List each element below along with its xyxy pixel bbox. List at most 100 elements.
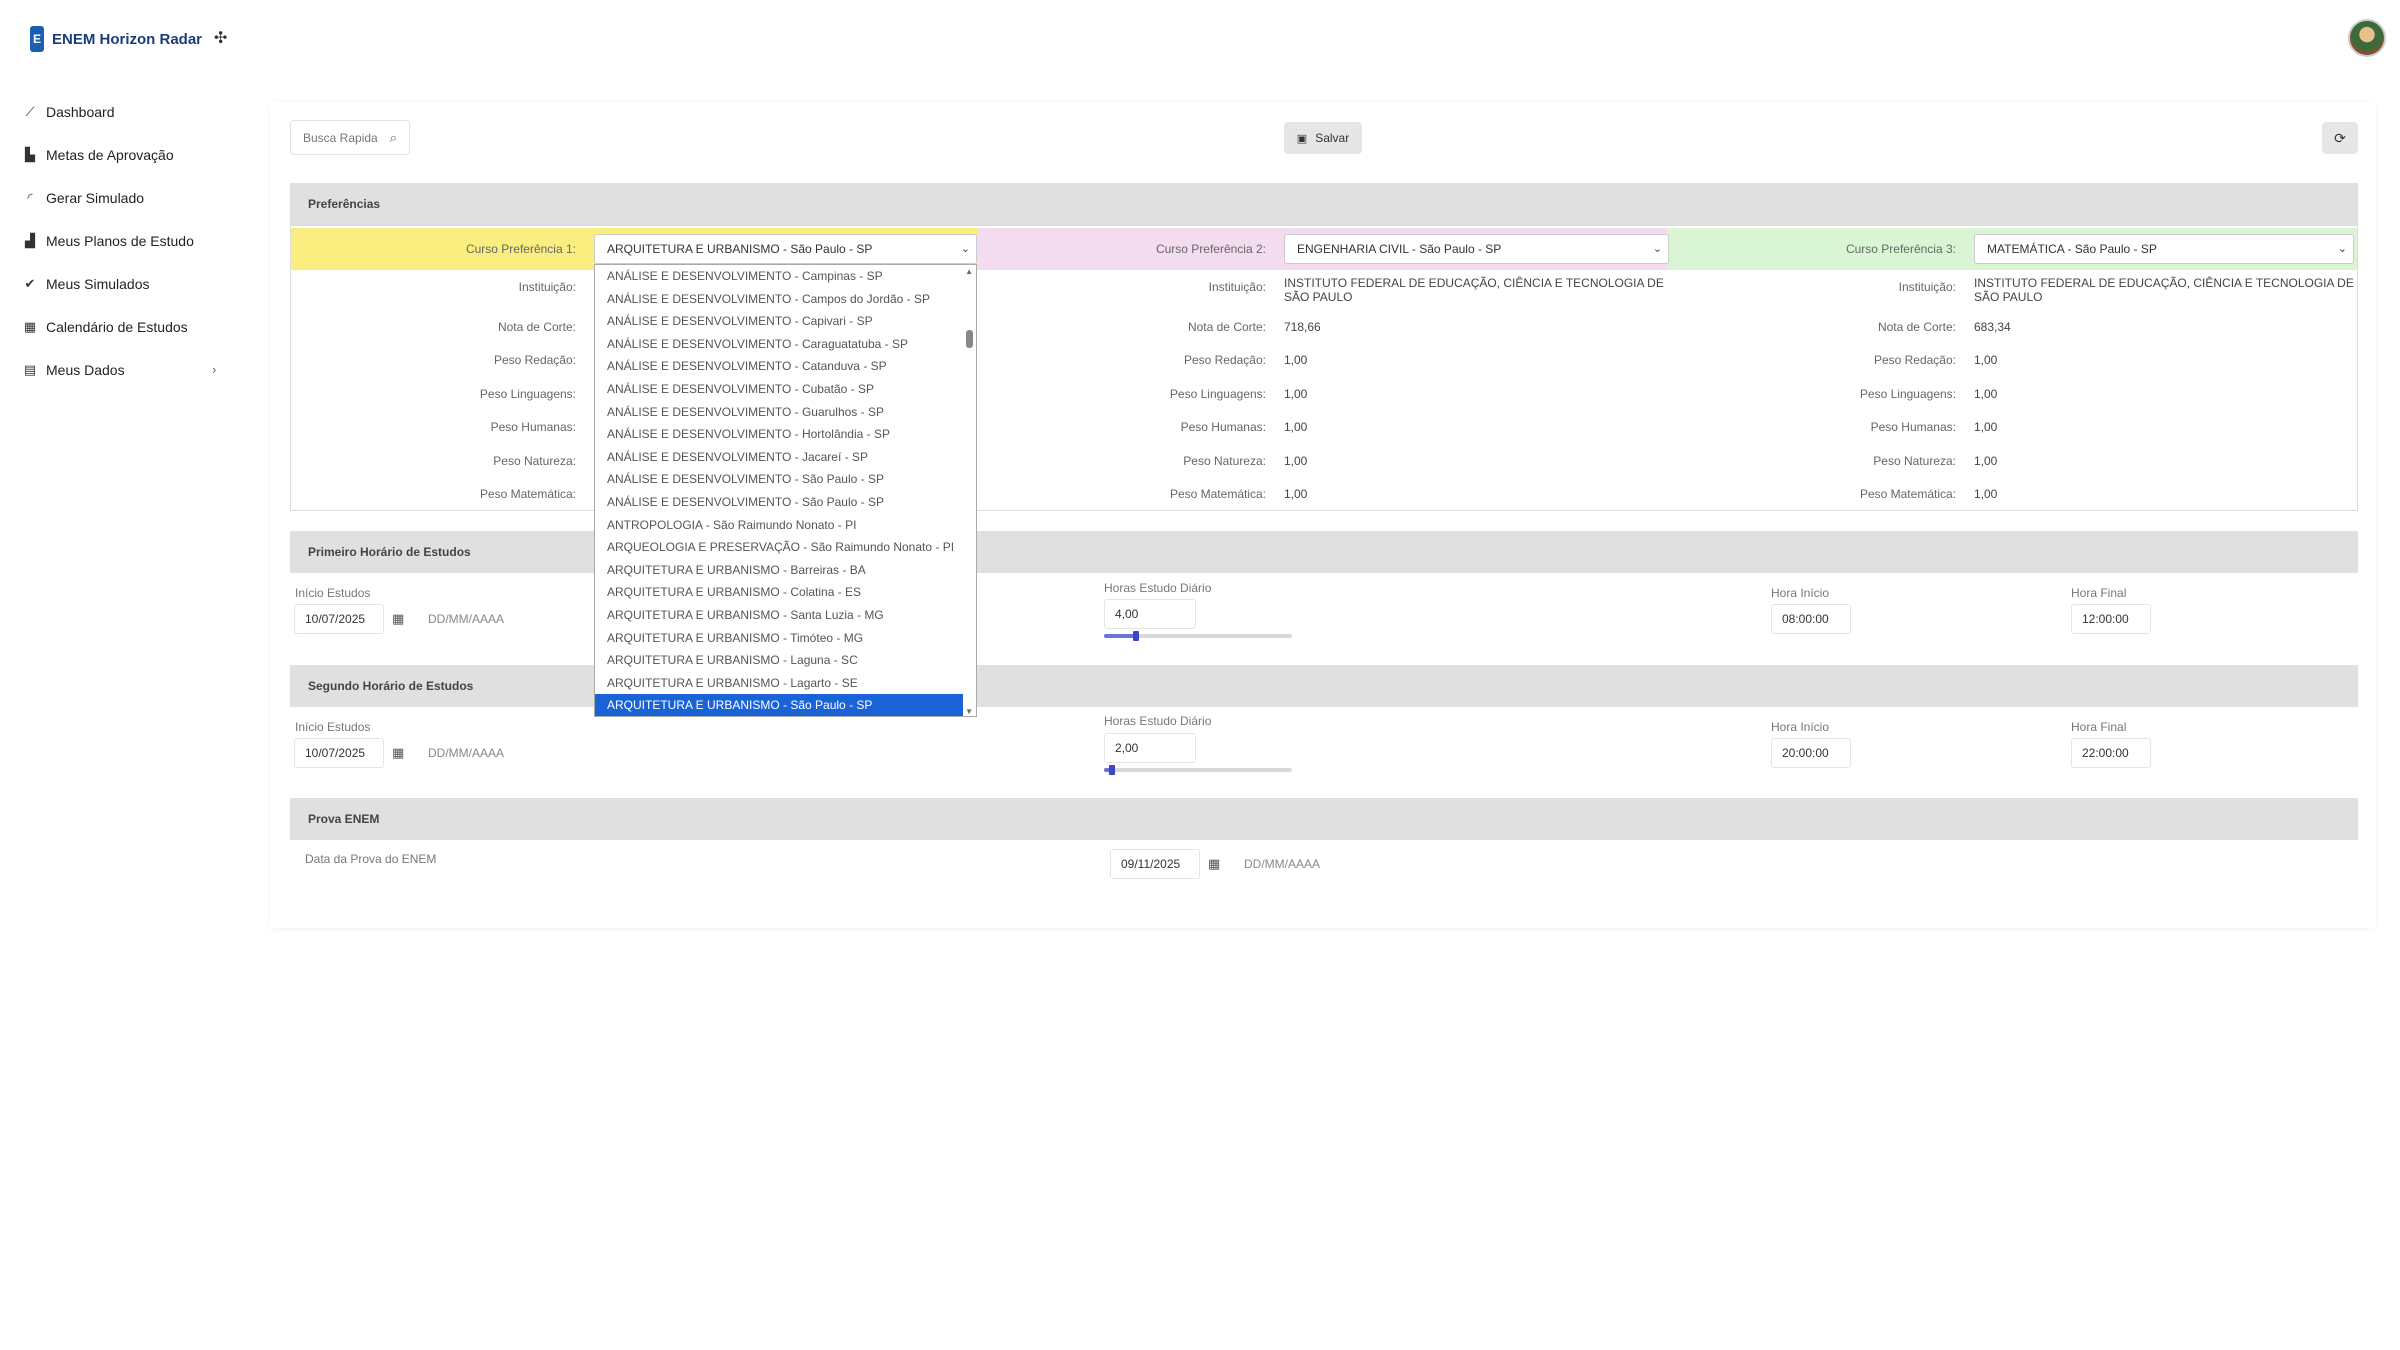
schedule2-panel [290,707,2358,777]
s1-horas-label: Horas Estudo Diário [1104,581,1212,595]
s1-inicio-input[interactable]: 10/07/2025 [294,604,384,634]
s2-inicio-input[interactable]: 10/07/2025 [294,738,384,768]
scroll-down-icon[interactable]: ▼ [965,707,973,716]
pref3-linguagens-label: Peso Linguagens: [1859,387,1956,401]
pref3-nota-label: Nota de Corte: [1877,320,1956,334]
pref3-select[interactable]: MATEMÁTICA - São Paulo - SP ⌄ [1974,234,2354,264]
dropdown-option[interactable]: ANÁLISE E DESENVOLVIMENTO - Capivari - S… [595,310,965,333]
search-placeholder: Busca Rapida [303,130,378,145]
pref3-natureza-label: Peso Natureza: [1873,454,1956,468]
calendar-icon[interactable]: ▦ [1208,856,1220,872]
pref2-natureza: 1,00 [1284,454,1308,468]
pref3-instituicao-label: Instituição: [1898,280,1956,294]
dropdown-option[interactable]: ANÁLISE E DESENVOLVIMENTO - São Paulo - … [595,468,965,491]
dropdown-option[interactable]: ARQUITETURA E URBANISMO - Santa Luzia - … [595,604,965,627]
pref1-nota-label: Nota de Corte: [497,320,576,334]
sidebar-item-metas[interactable]: ▙ Metas de Aprovação [0,133,240,176]
chevron-down-icon: ⌄ [1652,243,1662,255]
sidebar-item-meus-dados[interactable]: ▤ Meus Dados › [0,348,240,391]
dropdown-option[interactable]: ANÁLISE E DESENVOLVIMENTO - Caraguatatub… [595,333,965,356]
dropdown-option[interactable]: ARQUITETURA E URBANISMO - São Paulo - SP [595,694,965,716]
dropdown-option[interactable]: ANÁLISE E DESENVOLVIMENTO - Guarulhos - … [595,401,965,424]
dropdown-option[interactable]: ARQUITETURA E URBANISMO - Barreiras - BA [595,559,965,582]
dropdown-option[interactable]: ANÁLISE E DESENVOLVIMENTO - Campos do Jo… [595,288,965,311]
refresh-button[interactable]: ⟳ [2322,122,2358,154]
s2-horas-input[interactable]: 2,00 [1104,733,1196,763]
pref2-instituicao: INSTITUTO FEDERAL DE EDUCAÇÃO, CIÊNCIA E… [1284,276,1664,304]
pref1-select[interactable]: ARQUITETURA E URBANISMO - São Paulo - SP… [594,234,977,264]
calendar-icon[interactable]: ▦ [392,745,404,761]
sidebar-item-calendario[interactable]: ▦ Calendário de Estudos [0,305,240,348]
app-logo[interactable]: E ENEM Horizon Radar [30,26,202,52]
pref3-instituicao: INSTITUTO FEDERAL DE EDUCAÇÃO, CIÊNCIA E… [1974,276,2354,304]
prova-data-input[interactable]: 09/11/2025 [1110,849,1200,879]
s2-hora-inicio-input[interactable]: 20:00:00 [1771,738,1851,768]
pref3-humanas-label: Peso Humanas: [1870,420,1956,434]
pref2-instituicao-label: Instituição: [1208,280,1266,294]
s2-horas-label: Horas Estudo Diário [1104,714,1212,728]
s1-hora-inicio-input[interactable]: 08:00:00 [1771,604,1851,634]
dropdown-option[interactable]: ANTROPOLOGIA - São Raimundo Nonato - PI [595,514,965,537]
sidebar: ⟋ Dashboard ▙ Metas de Aprovação ◜ Gerar… [0,90,240,391]
dropdown-option[interactable]: ANÁLISE E DESENVOLVIMENTO - Jacareí - SP [595,446,965,469]
pref2-select[interactable]: ENGENHARIA CIVIL - São Paulo - SP ⌄ [1284,234,1669,264]
pref3-select-value: MATEMÁTICA - São Paulo - SP [1987,242,2157,256]
pref2-select-value: ENGENHARIA CIVIL - São Paulo - SP [1297,242,1502,256]
pref2-humanas: 1,00 [1284,420,1308,434]
dropdown-option[interactable]: ANÁLISE E DESENVOLVIMENTO - Cubatão - SP [595,378,965,401]
pref1-label: Curso Preferência 1: [465,242,576,256]
dropdown-option[interactable]: ARQUITETURA E URBANISMO - Timóteo - MG [595,627,965,650]
prova-date-placeholder: DD/MM/AAAA [1244,857,1321,871]
section-preferencias: Preferências [290,183,2358,225]
pref2-matematica-label: Peso Matemática: [1169,487,1266,501]
dropdown-option[interactable]: ARQUITETURA E URBANISMO - Colatina - ES [595,581,965,604]
s2-hora-final-label: Hora Final [2071,720,2127,734]
calendar-icon[interactable]: ▦ [392,611,404,627]
s2-hora-final-input[interactable]: 22:00:00 [2071,738,2151,768]
pref1-matematica-label: Peso Matemática: [479,487,576,501]
pref1-linguagens-label: Peso Linguagens: [479,387,576,401]
s2-horas-slider[interactable] [1104,768,1292,772]
sidebar-item-planos[interactable]: ▟ Meus Planos de Estudo [0,219,240,262]
sidebar-item-dashboard[interactable]: ⟋ Dashboard [0,90,240,133]
search-input[interactable]: Busca Rapida ⌕ [290,120,410,155]
user-avatar[interactable] [2348,19,2386,57]
rss-icon: ◜ [27,189,33,205]
prova-data-label: Data da Prova do ENEM [305,852,437,866]
s1-hora-final-label: Hora Final [2071,586,2127,600]
pref2-redacao-label: Peso Redação: [1183,353,1266,367]
pref2-redacao: 1,00 [1284,353,1308,367]
pref3-redacao-label: Peso Redação: [1873,353,1956,367]
s1-hora-final-input[interactable]: 12:00:00 [2071,604,2151,634]
sidebar-item-label: Dashboard [46,103,115,120]
dropdown-option[interactable]: ANÁLISE E DESENVOLVIMENTO - São Paulo - … [595,491,965,514]
pref2-label: Curso Preferência 2: [1155,242,1266,256]
check-double-icon: ✔ [24,275,36,291]
dropdown-scrollbar[interactable]: ▲ ▼ [963,265,976,716]
dropdown-option[interactable]: ANÁLISE E DESENVOLVIMENTO - Catanduva - … [595,355,965,378]
dropdown-option[interactable]: ARQUITETURA E URBANISMO - Laguna - SC [595,649,965,672]
pref1-dropdown-list[interactable]: ANÁLISE E DESENVOLVIMENTO - Campinas - S… [594,264,977,717]
scroll-thumb[interactable] [966,330,973,348]
sidebar-item-gerar-simulado[interactable]: ◜ Gerar Simulado [0,176,240,219]
scroll-up-icon[interactable]: ▲ [965,267,973,276]
pref3-nota: 683,34 [1974,320,2011,334]
dropdown-option[interactable]: ARQUEOLOGIA E PRESERVAÇÃO - São Raimundo… [595,536,965,559]
dropdown-option[interactable]: ANÁLISE E DESENVOLVIMENTO - Campinas - S… [595,265,965,288]
pref3-humanas: 1,00 [1974,420,1998,434]
floppy-icon: ▣ [1296,132,1308,145]
s1-horas-slider-thumb[interactable] [1133,631,1139,641]
dropdown-option[interactable]: ANÁLISE E DESENVOLVIMENTO - Hortolândia … [595,423,965,446]
dropdown-options: ANÁLISE E DESENVOLVIMENTO - Campinas - S… [595,265,976,716]
dropdown-option[interactable]: ARQUITETURA E URBANISMO - Lagarto - SE [595,672,965,695]
sidebar-item-simulados[interactable]: ✔ Meus Simulados [0,262,240,305]
save-button[interactable]: ▣ Salvar [1284,122,1362,154]
id-card-icon: ▤ [23,361,37,377]
s1-horas-input[interactable]: 4,00 [1104,599,1196,629]
collapse-sidebar-icon[interactable]: ✣ [214,28,232,47]
s2-horas-slider-thumb[interactable] [1109,765,1115,775]
prova-panel [290,840,2358,886]
sidebar-item-label: Gerar Simulado [46,189,145,206]
calendar-icon: ▦ [23,318,37,334]
chart-line-icon: ⟋ [25,103,35,119]
